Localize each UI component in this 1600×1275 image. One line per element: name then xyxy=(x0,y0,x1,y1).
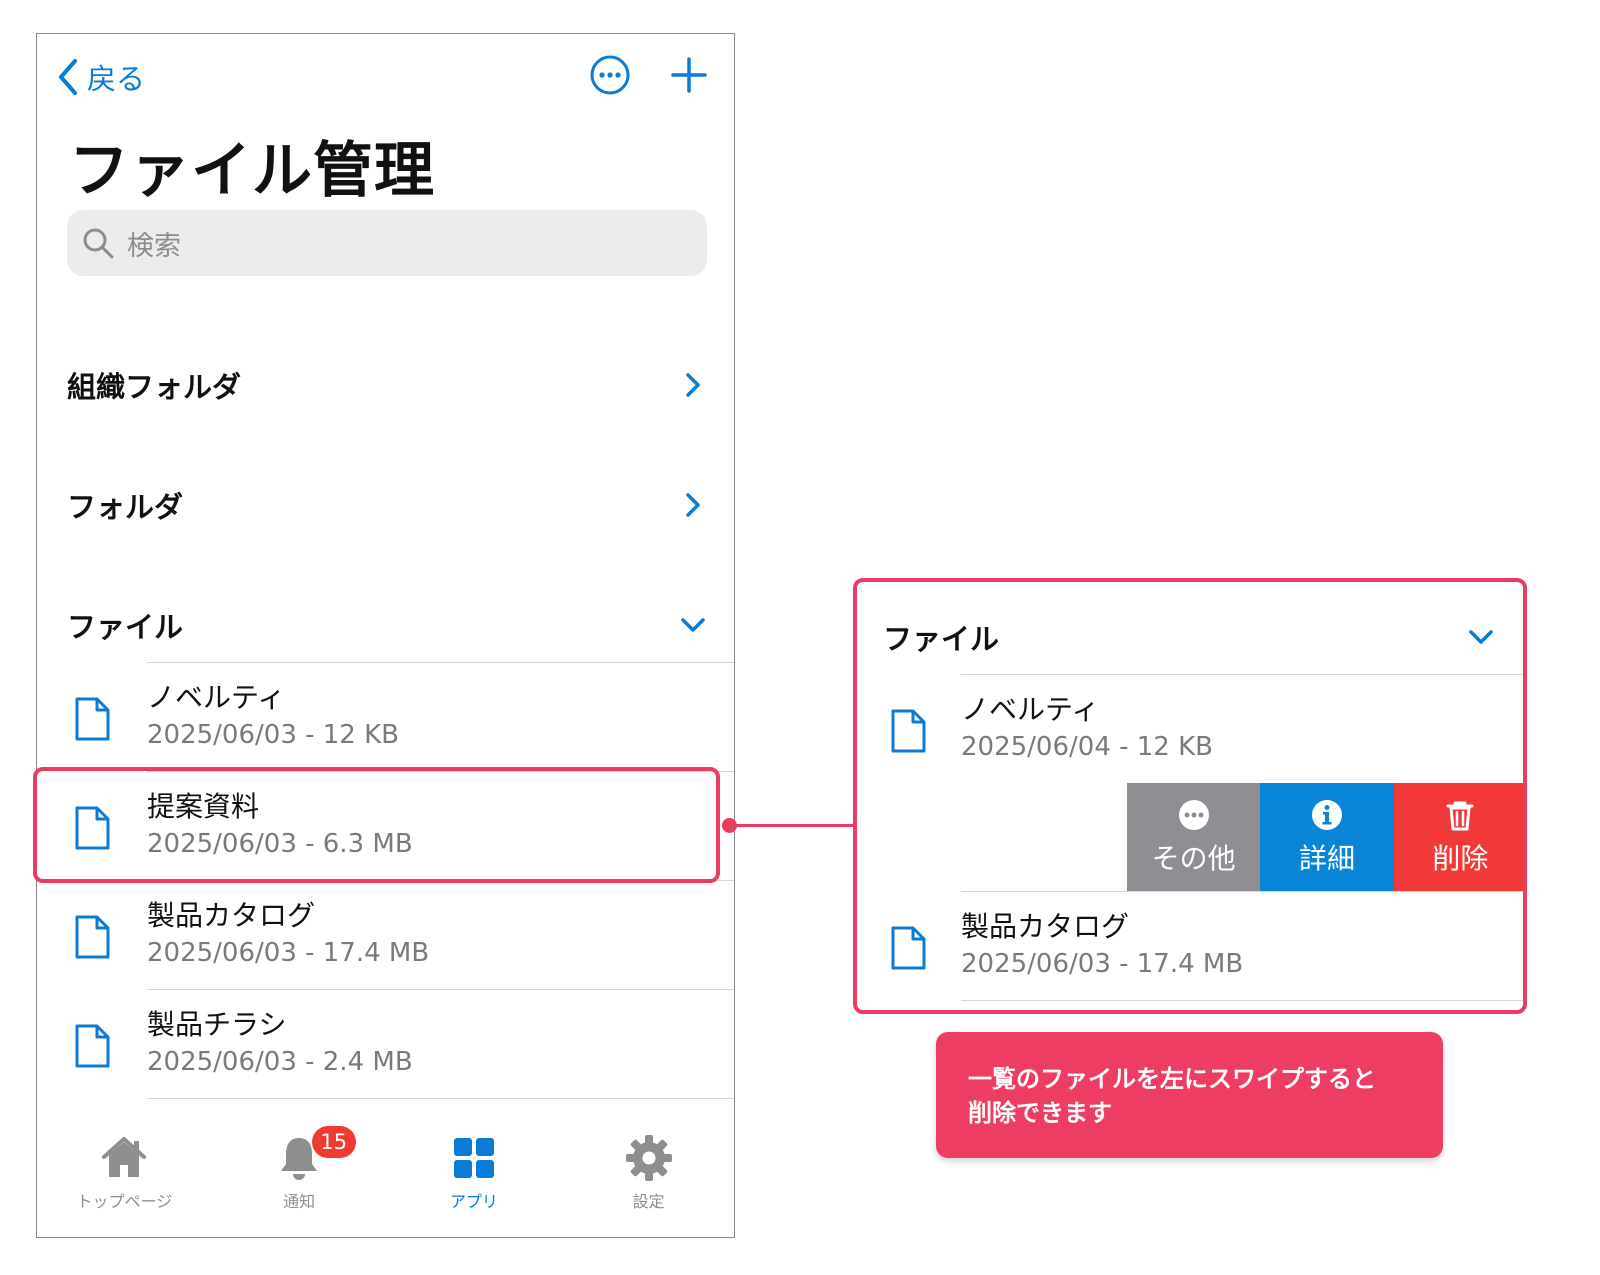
section-org-folder[interactable]: 組織フォルダ xyxy=(67,364,707,406)
tab-settings[interactable]: 設定 xyxy=(561,1124,734,1237)
tab-label: トップページ xyxy=(76,1192,173,1211)
tab-apps[interactable]: アプリ xyxy=(387,1124,562,1237)
info-circle-icon xyxy=(1311,800,1342,830)
plus-icon[interactable] xyxy=(668,54,710,96)
tab-top-page[interactable]: トップページ xyxy=(37,1124,212,1237)
document-icon xyxy=(75,1024,110,1068)
section-label: ファイル xyxy=(67,610,184,644)
connector-line xyxy=(730,824,855,827)
highlight-box xyxy=(33,767,720,883)
document-icon xyxy=(75,915,110,959)
ellipsis-circle-icon[interactable] xyxy=(589,54,631,96)
section-files[interactable]: ファイル xyxy=(67,604,707,646)
file-name: 製品カタログ xyxy=(147,899,316,932)
section-label: ファイル xyxy=(883,622,1000,656)
tab-label: 通知 xyxy=(283,1192,316,1211)
file-name: 製品チラシ xyxy=(147,1008,287,1041)
swipe-actions: その他 詳細 削除 xyxy=(1127,783,1523,891)
back-label: 戻る xyxy=(87,62,146,96)
delete-action-button[interactable]: 削除 xyxy=(1393,783,1523,891)
search-icon xyxy=(83,228,114,259)
file-row[interactable]: ノベルティ 2025/06/03 - 12 KB xyxy=(37,662,734,771)
search-placeholder: 検索 xyxy=(127,230,181,262)
notification-badge: 15 xyxy=(311,1126,356,1158)
chevron-down-icon xyxy=(1469,630,1493,644)
file-name: ノベルティ xyxy=(961,693,1100,726)
callout-note: 一覧のファイルを左にスワイプすると 削除できます xyxy=(936,1032,1443,1158)
page-title: ファイル管理 xyxy=(69,136,435,206)
section-label: フォルダ xyxy=(67,490,184,524)
list-divider xyxy=(37,1098,734,1100)
back-button[interactable]: 戻る xyxy=(55,56,145,98)
file-name: ノベルティ xyxy=(147,681,286,714)
document-icon xyxy=(891,926,926,970)
gear-icon xyxy=(625,1135,672,1181)
file-meta: 2025/06/03 - 12 KB xyxy=(147,720,400,750)
chevron-left-icon xyxy=(59,59,77,95)
trash-icon xyxy=(1446,801,1474,831)
tab-notifications[interactable]: 15 通知 xyxy=(212,1124,387,1237)
file-row[interactable]: 製品カタログ 2025/06/03 - 17.4 MB xyxy=(857,891,1523,1000)
document-icon xyxy=(75,697,110,741)
file-row[interactable]: 製品カタログ 2025/06/03 - 17.4 MB xyxy=(37,880,734,989)
chevron-down-icon xyxy=(681,618,705,632)
file-meta: 2025/06/03 - 17.4 MB xyxy=(961,949,1244,979)
section-label: 組織フォルダ xyxy=(67,370,242,404)
callout-line: 一覧のファイルを左にスワイプすると xyxy=(968,1065,1376,1093)
tab-bar: トップページ 15 通知 アプリ 設定 xyxy=(37,1124,734,1237)
search-input[interactable]: 検索 xyxy=(67,210,707,276)
action-label: 詳細 xyxy=(1298,842,1355,875)
section-files[interactable]: ファイル xyxy=(883,616,1495,658)
tab-label: 設定 xyxy=(632,1192,665,1211)
action-label: その他 xyxy=(1151,842,1236,875)
file-row[interactable]: ノベルティ 2025/06/04 - 12 KB xyxy=(857,674,1523,783)
section-folder[interactable]: フォルダ xyxy=(67,484,707,526)
document-icon xyxy=(891,709,926,753)
file-meta: 2025/06/03 - 17.4 MB xyxy=(147,938,430,968)
file-name: 製品カタログ xyxy=(961,910,1130,943)
callout-line: 削除できます xyxy=(968,1099,1112,1127)
phone-screen: 戻る ファイル管理 検索 組織フォルダ フォルダ ファイル ノベルティ 2025… xyxy=(36,33,735,1238)
file-meta: 2025/06/04 - 12 KB xyxy=(961,732,1214,762)
apps-grid-icon xyxy=(453,1138,494,1178)
more-action-button[interactable]: その他 xyxy=(1127,783,1261,891)
connector-dot xyxy=(722,818,737,833)
ellipsis-circle-icon xyxy=(1178,800,1209,830)
detail-action-button[interactable]: 詳細 xyxy=(1260,783,1394,891)
tab-label: アプリ xyxy=(449,1192,498,1211)
chevron-right-icon xyxy=(686,493,700,517)
home-icon xyxy=(102,1137,147,1177)
file-row[interactable]: 製品チラシ 2025/06/03 - 2.4 MB xyxy=(37,989,734,1098)
action-label: 削除 xyxy=(1432,842,1489,875)
file-meta: 2025/06/03 - 2.4 MB xyxy=(147,1047,413,1077)
chevron-right-icon xyxy=(686,373,700,397)
zoom-panel: ファイル ノベルティ 2025/06/04 - 12 KB その他 詳細 削除 … xyxy=(853,578,1527,1014)
list-divider xyxy=(857,1000,1523,1002)
